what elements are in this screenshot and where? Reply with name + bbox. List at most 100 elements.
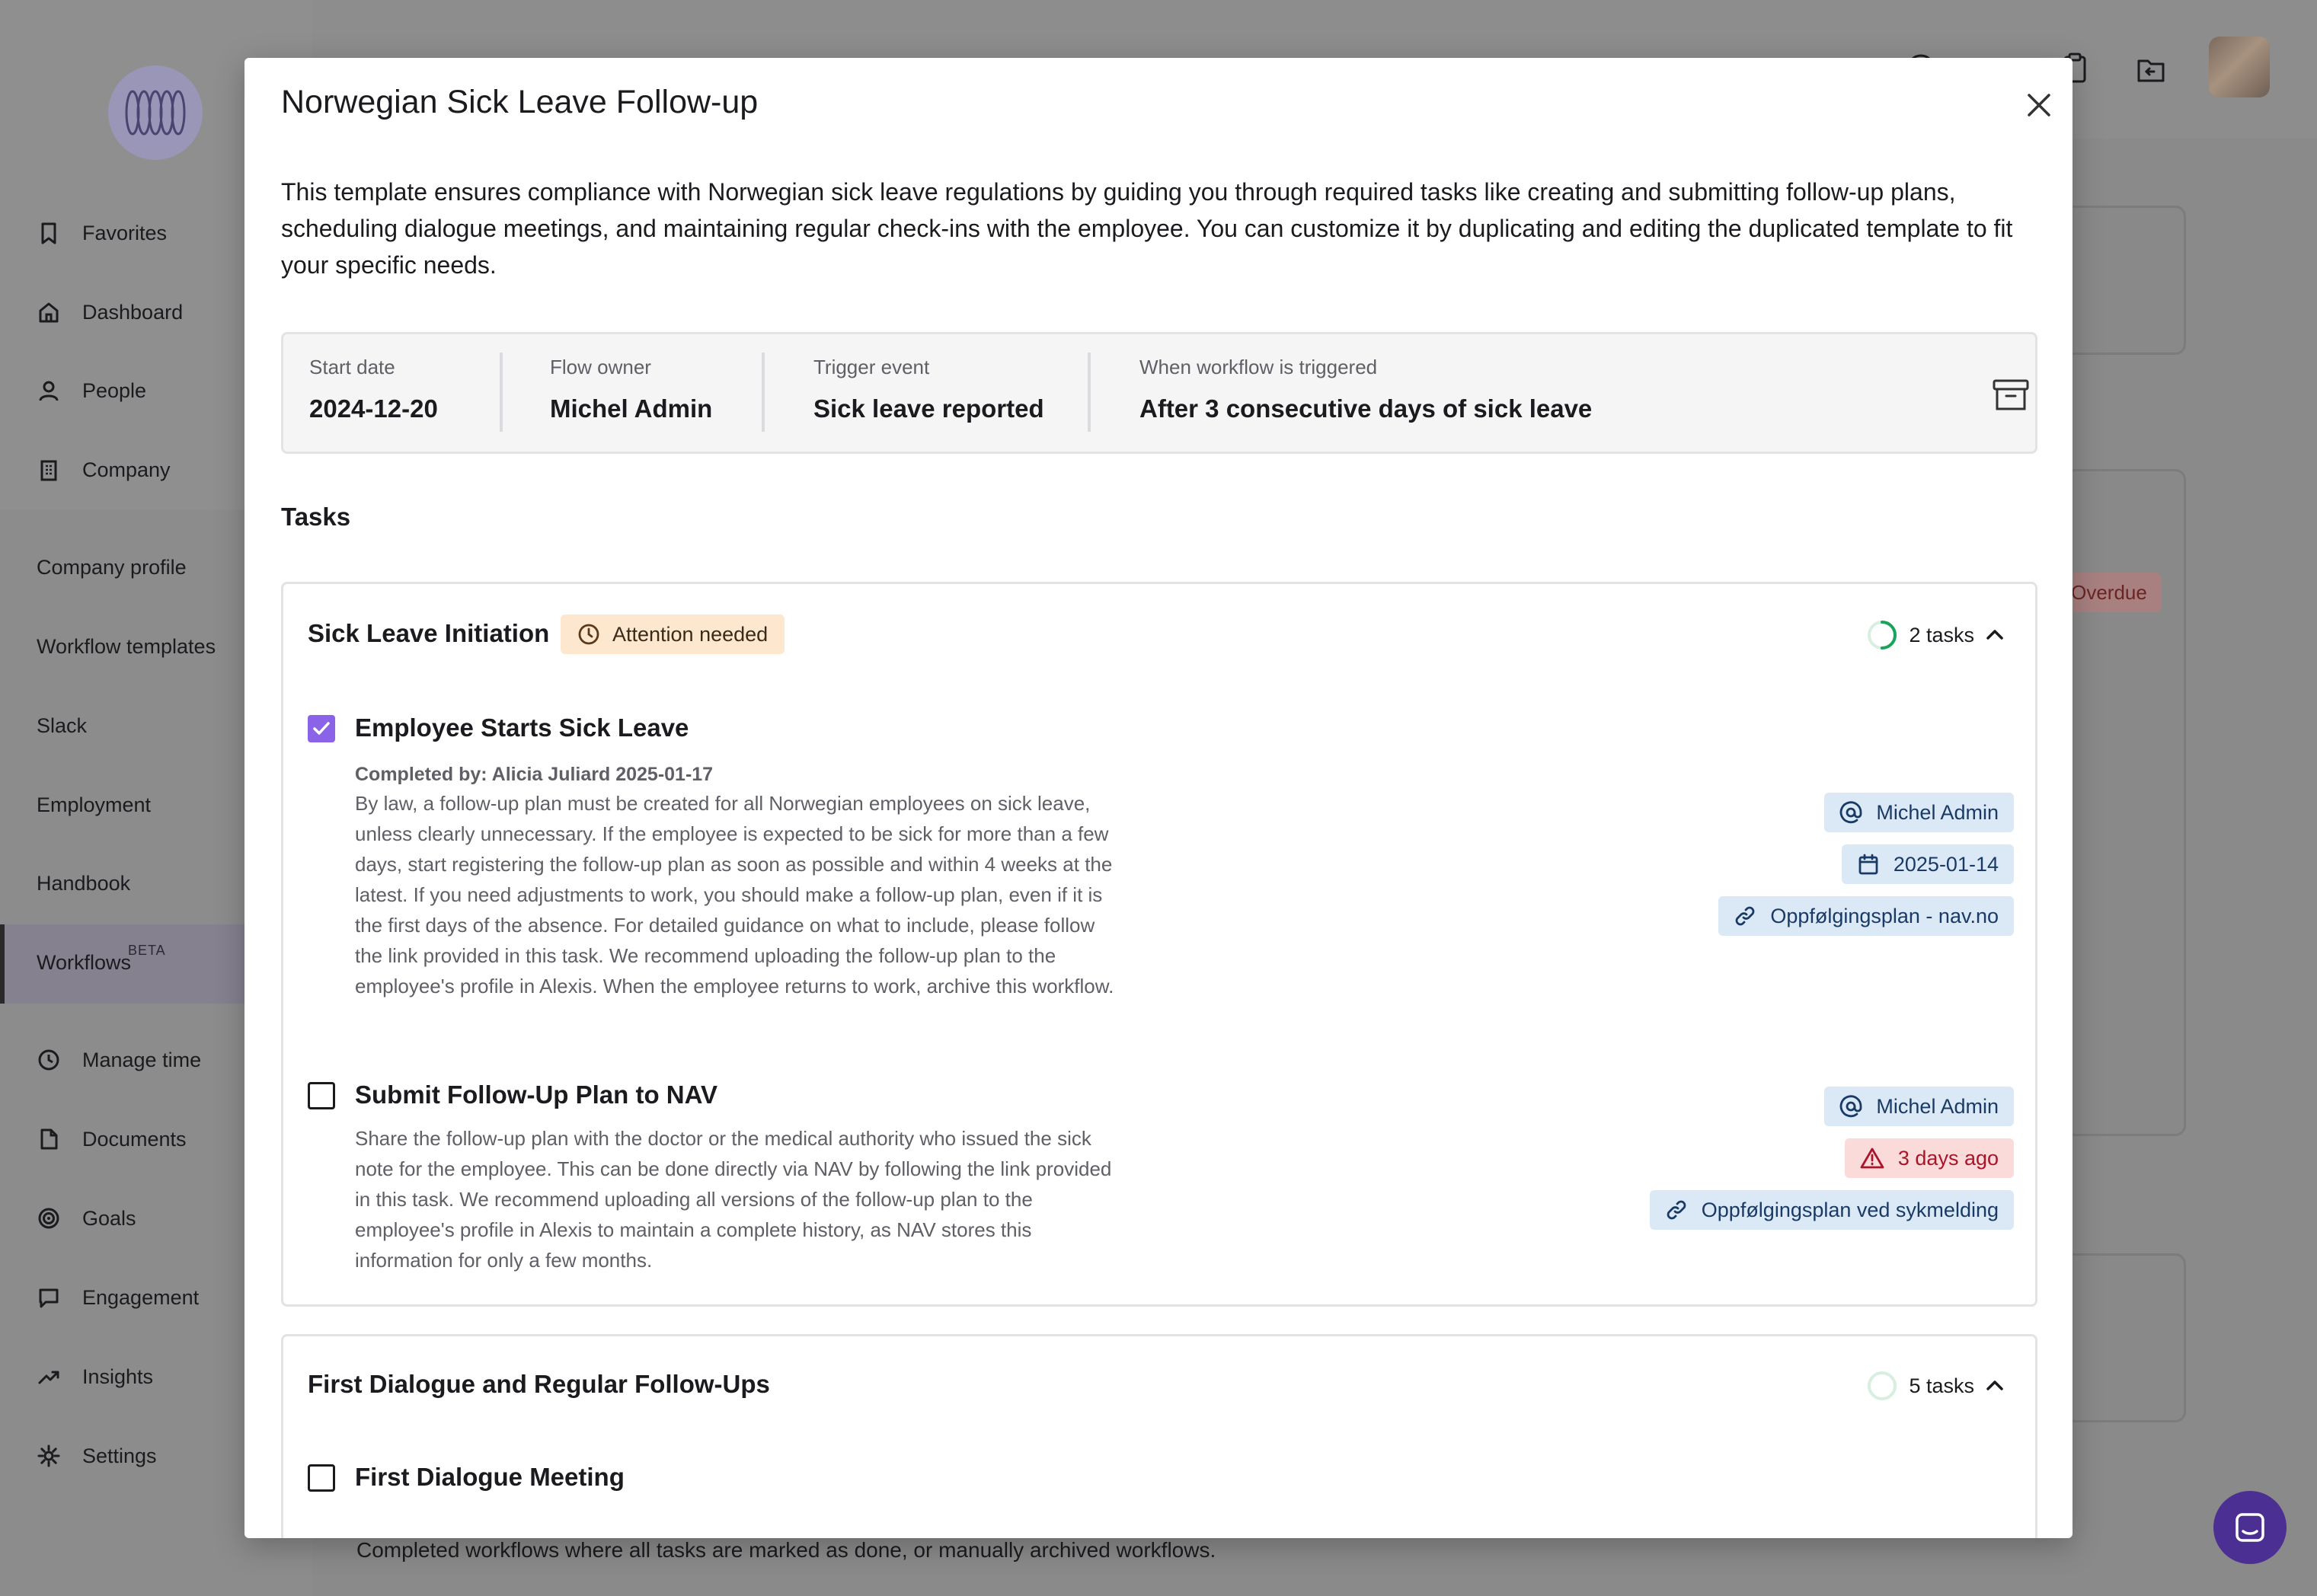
task-checkbox[interactable]	[308, 1464, 335, 1492]
warning-icon	[1860, 1148, 1884, 1169]
task-title: Employee Starts Sick Leave	[355, 713, 689, 742]
archive-button[interactable]	[1989, 374, 2032, 417]
task-item: First Dialogue Meeting	[308, 1463, 2014, 1508]
divider	[1088, 353, 1091, 432]
task-description: Share the follow-up plan with the doctor…	[355, 1127, 1112, 1272]
task-item: Submit Follow-Up Plan to NAV Share the f…	[308, 1080, 2014, 1301]
user-avatar[interactable]	[2209, 37, 2270, 97]
checkmark-icon	[313, 722, 330, 735]
sidebar-item-label: Engagement	[82, 1285, 200, 1309]
task-checkbox[interactable]	[308, 1082, 335, 1109]
sidebar-item-company[interactable]: Company	[37, 453, 171, 487]
progress-ring-icon	[1868, 621, 1897, 650]
attention-badge-label: Attention needed	[612, 622, 769, 646]
link-icon	[1667, 1200, 1686, 1220]
flow-owner-value: Michel Admin	[550, 394, 713, 423]
assignee-name: Michel Admin	[1876, 1094, 1999, 1118]
sidebar-item-slack[interactable]: Slack	[37, 709, 87, 742]
sidebar-item-dashboard[interactable]: Dashboard	[37, 295, 183, 329]
task-group-title: Sick Leave Initiation	[308, 619, 550, 647]
building-icon	[37, 458, 61, 482]
trigger-timing-value: After 3 consecutive days of sick leave	[1139, 394, 1593, 423]
link-icon	[1735, 906, 1755, 926]
background-table	[2057, 469, 2186, 1136]
sidebar-item-label: Settings	[82, 1444, 157, 1467]
task-group: Sick Leave Initiation Attention needed 2…	[281, 582, 2037, 1307]
sidebar-item-label: Handbook	[37, 871, 131, 895]
sidebar-item-label: Manage time	[82, 1048, 202, 1071]
bookmark-icon	[37, 221, 61, 245]
company-logo[interactable]	[108, 65, 203, 160]
task-title: Submit Follow-Up Plan to NAV	[355, 1080, 718, 1109]
home-icon	[37, 300, 61, 324]
sidebar-item-documents[interactable]: Documents	[37, 1122, 187, 1156]
flow-owner-label: Flow owner	[550, 356, 651, 378]
sidebar-item-employment[interactable]: Employment	[37, 788, 151, 822]
workflow-info-box: Start date 2024-12-20 Flow owner Michel …	[281, 332, 2037, 454]
chevron-up-icon	[1986, 1381, 2003, 1390]
clock-icon	[37, 1048, 61, 1072]
close-icon	[2028, 94, 2050, 117]
document-icon	[37, 1127, 61, 1151]
workflow-template-modal: Norwegian Sick Leave Follow-up This temp…	[244, 58, 2073, 1538]
beta-badge: BETA	[128, 943, 166, 958]
task-description: By law, a follow-up plan must be created…	[355, 792, 1114, 998]
task-item: Employee Starts Sick Leave Completed by:…	[308, 713, 2014, 1041]
at-sign-icon	[1840, 1095, 1862, 1118]
due-date-chip[interactable]: 2025-01-14	[1841, 844, 2014, 884]
trigger-timing-label: When workflow is triggered	[1139, 356, 1378, 378]
sidebar-item-goals[interactable]: Goals	[37, 1202, 136, 1235]
resource-link-label: Oppfølgingsplan ved sykmelding	[1701, 1198, 1999, 1221]
task-count-label: 5 tasks	[1909, 1374, 1974, 1397]
at-sign-icon	[1840, 801, 1862, 824]
task-checkbox[interactable]	[308, 715, 335, 742]
resource-link-chip[interactable]: Oppfølgingsplan - nav.no	[1718, 896, 2014, 936]
assignee-chip[interactable]: Michel Admin	[1824, 1087, 2014, 1126]
sidebar-item-label: Employment	[37, 793, 152, 816]
completed-by-text: Completed by: Alicia Juliard 2025-01-17	[355, 764, 714, 785]
sidebar-item-label: Company profile	[37, 555, 187, 579]
sidebar-item-label: Insights	[82, 1365, 154, 1388]
sidebar-item-engagement[interactable]: Engagement	[37, 1281, 199, 1314]
background-card	[2057, 206, 2186, 355]
task-count-toggle[interactable]: 5 tasks	[1866, 1370, 2005, 1402]
chat-bubble-icon	[37, 1285, 61, 1310]
background-card	[2057, 1253, 2186, 1422]
divider	[500, 353, 503, 432]
sidebar-item-workflow-templates[interactable]: Workflow templates	[37, 630, 216, 663]
sidebar-item-handbook[interactable]: Handbook	[37, 867, 130, 900]
sidebar-item-company-profile[interactable]: Company profile	[37, 551, 187, 584]
divider	[762, 353, 765, 432]
start-date-label: Start date	[309, 356, 395, 378]
task-count-label: 2 tasks	[1909, 623, 1974, 646]
overdue-chip[interactable]: 3 days ago	[1844, 1138, 2014, 1178]
support-chat-button[interactable]	[2213, 1491, 2287, 1564]
target-icon	[37, 1206, 61, 1231]
trend-icon	[37, 1365, 61, 1389]
sidebar-item-people[interactable]: People	[37, 374, 146, 407]
completed-workflows-text: Completed workflows where all tasks are …	[356, 1538, 1216, 1562]
sidebar-item-manage-time[interactable]: Manage time	[37, 1043, 201, 1077]
sidebar-item-workflows[interactable]: Workflows	[37, 946, 131, 979]
sidebar-item-label: Company	[82, 458, 171, 481]
sidebar-item-label: Documents	[82, 1127, 187, 1151]
start-date-field: Start date 2024-12-20	[309, 334, 438, 452]
trigger-event-value: Sick leave reported	[813, 394, 1044, 423]
sidebar-item-insights[interactable]: Insights	[37, 1360, 153, 1393]
archive-icon	[1993, 379, 2029, 410]
close-button[interactable]	[2019, 85, 2059, 125]
switch-account-icon[interactable]	[2134, 52, 2168, 85]
sidebar-item-favorites[interactable]: Favorites	[37, 216, 167, 250]
template-description: This template ensures compliance with No…	[281, 178, 2013, 279]
chevron-up-icon	[1986, 630, 2003, 640]
assignee-chip[interactable]: Michel Admin	[1824, 793, 2014, 832]
task-count-toggle[interactable]: 2 tasks	[1866, 619, 2005, 651]
sidebar-item-settings[interactable]: Settings	[37, 1439, 157, 1473]
sidebar-item-label: Dashboard	[82, 300, 184, 324]
task-title: First Dialogue Meeting	[355, 1463, 625, 1491]
trigger-timing-field: When workflow is triggered After 3 conse…	[1139, 334, 1592, 452]
resource-link-label: Oppfølgingsplan - nav.no	[1770, 904, 1999, 927]
assignee-name: Michel Admin	[1876, 800, 1999, 824]
resource-link-chip[interactable]: Oppfølgingsplan ved sykmelding	[1649, 1190, 2014, 1230]
calendar-icon	[1858, 854, 1878, 875]
